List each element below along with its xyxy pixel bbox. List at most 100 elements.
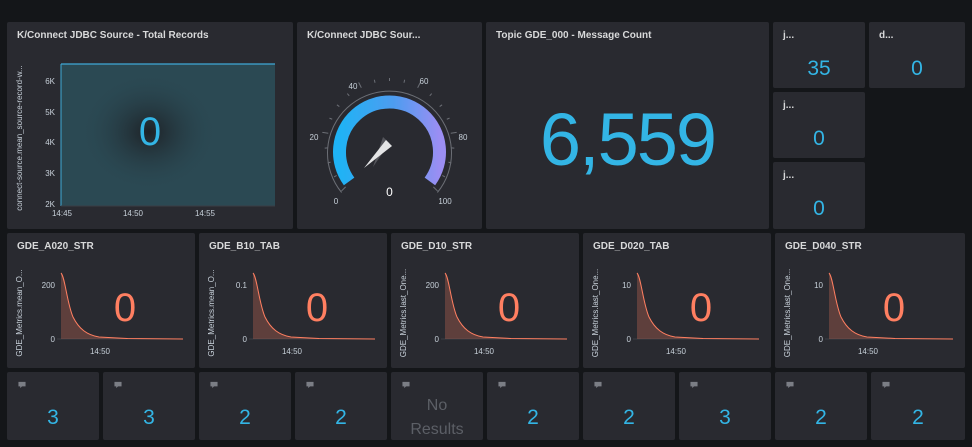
- metric-panel[interactable]: GDE_B10_TAB 0.1 0 14:50 GDE_Metrics.mean…: [199, 233, 387, 368]
- y-tick: 200: [426, 281, 440, 290]
- comment-icon: [786, 381, 794, 389]
- y-axis-label: GDE_Metrics.mean_O...: [207, 269, 216, 356]
- comment-icon: [306, 381, 314, 389]
- no-results-line: No: [426, 397, 448, 414]
- total-records-panel[interactable]: K/Connect JDBC Source - Total Records 6K…: [7, 22, 293, 229]
- comment-icon: [402, 381, 410, 389]
- gauge-tick-label: 60: [420, 77, 429, 86]
- count-panel[interactable]: No Results: [391, 372, 483, 440]
- metric-value: 0: [305, 286, 329, 330]
- metric-panel[interactable]: GDE_A020_STR 200 0 14:50 GDE_Metrics.mea…: [7, 233, 195, 368]
- no-results-line: Results: [410, 421, 464, 438]
- y-tick: 5K: [45, 108, 55, 117]
- count-value: 2: [623, 406, 635, 429]
- y-tick: 2K: [45, 200, 55, 209]
- comment-icon: [498, 381, 506, 389]
- message-count-panel[interactable]: Topic GDE_000 - Message Count 6,559: [486, 22, 769, 229]
- gauge-tick: [403, 79, 406, 83]
- y-tick: 0: [243, 335, 248, 344]
- x-tick: 14:50: [123, 209, 144, 218]
- metric-value: 0: [113, 286, 137, 330]
- y-tick: 0: [51, 335, 56, 344]
- x-tick: 14:50: [666, 347, 687, 356]
- y-axis-label: GDE_Metrics.mean_O...: [15, 269, 24, 356]
- gauge-tick-label: 40: [349, 82, 358, 91]
- stat-value: 0: [813, 197, 825, 220]
- gauge-tick-label: 80: [459, 133, 468, 142]
- count-panel[interactable]: 2: [199, 372, 291, 440]
- count-panel[interactable]: 2: [583, 372, 675, 440]
- gauge-tick-label: 20: [310, 133, 319, 142]
- comment-icon: [882, 381, 890, 389]
- count-panel[interactable]: 3: [7, 372, 99, 440]
- y-tick: 10: [814, 281, 823, 290]
- y-tick: 0.1: [236, 281, 248, 290]
- count-panel[interactable]: 3: [679, 372, 771, 440]
- count-value: 2: [239, 406, 251, 429]
- comment-icon: [18, 381, 26, 389]
- y-tick: 0: [819, 335, 824, 344]
- stat-value: 0: [813, 127, 825, 150]
- y-tick: 4K: [45, 138, 55, 147]
- stat-value: 0: [911, 57, 923, 80]
- gauge-needle: [364, 140, 392, 168]
- stat-panel-j3[interactable]: j... 0: [773, 162, 865, 229]
- metric-value: 0: [882, 286, 906, 330]
- comment-icon: [114, 381, 122, 389]
- comment-icon: [594, 381, 602, 389]
- message-count-value: 6,559: [539, 98, 717, 181]
- stat-value: 35: [807, 57, 831, 80]
- x-tick: 14:50: [90, 347, 111, 356]
- x-tick: 14:45: [52, 209, 73, 218]
- count-value: 2: [815, 406, 827, 429]
- comment-icon: [690, 381, 698, 389]
- panel-title: j...: [783, 100, 795, 111]
- count-panel[interactable]: 2: [871, 372, 965, 440]
- y-tick: 0: [627, 335, 632, 344]
- gauge-tick: [322, 131, 329, 134]
- y-axis-label: GDE_Metrics.last_One...: [399, 269, 408, 357]
- y-tick: 6K: [45, 77, 55, 86]
- stat-panel-d[interactable]: d... 0: [869, 22, 965, 88]
- y-axis-label: connect-source.mean_source-record-w...: [15, 65, 24, 210]
- gauge-tick: [346, 93, 350, 97]
- x-tick: 14:50: [282, 347, 303, 356]
- gauge-tick: [446, 117, 450, 120]
- x-tick: 14:55: [195, 209, 216, 218]
- count-panel[interactable]: 2: [775, 372, 867, 440]
- gauge-value: 0: [386, 185, 393, 199]
- gauge-panel[interactable]: K/Connect JDBC Sour... 0 20 40 60 80 100…: [297, 22, 482, 229]
- gauge-arc: [333, 95, 446, 186]
- records-value: 0: [138, 110, 162, 154]
- count-panel[interactable]: 2: [295, 372, 387, 440]
- gauge-tick: [429, 93, 433, 97]
- panel-title: j...: [783, 30, 795, 41]
- count-value: 2: [912, 406, 924, 429]
- stat-panel-j1[interactable]: j... 35: [773, 22, 865, 88]
- count-value: 2: [335, 406, 347, 429]
- count-value: 3: [143, 406, 155, 429]
- count-panel[interactable]: 3: [103, 372, 195, 440]
- gauge-tick: [336, 104, 340, 107]
- panel-title: Topic GDE_000 - Message Count: [496, 30, 652, 41]
- gauge-tick: [358, 82, 362, 88]
- metric-panel[interactable]: GDE_D040_STR 10 0 14:50 GDE_Metrics.last…: [775, 233, 965, 368]
- gauge-tick: [373, 79, 376, 83]
- gauge-tick: [329, 117, 333, 120]
- gauge-tick: [442, 174, 446, 178]
- metric-panel[interactable]: GDE_D10_STR 200 0 14:50 GDE_Metrics.last…: [391, 233, 579, 368]
- panel-title: j...: [783, 170, 795, 181]
- x-tick: 14:50: [858, 347, 879, 356]
- y-tick: 10: [622, 281, 631, 290]
- gauge-tick: [450, 131, 457, 134]
- y-tick: 200: [42, 281, 56, 290]
- count-panel[interactable]: 2: [487, 372, 579, 440]
- count-value: 3: [719, 406, 731, 429]
- stat-panel-j2[interactable]: j... 0: [773, 92, 865, 158]
- metric-panel[interactable]: GDE_D020_TAB 10 0 14:50 GDE_Metrics.last…: [583, 233, 771, 368]
- y-axis-label: GDE_Metrics.last_One...: [783, 269, 792, 357]
- count-value: 2: [527, 406, 539, 429]
- y-tick: 3K: [45, 169, 55, 178]
- metric-value: 0: [497, 286, 521, 330]
- y-axis-label: GDE_Metrics.last_One...: [591, 269, 600, 357]
